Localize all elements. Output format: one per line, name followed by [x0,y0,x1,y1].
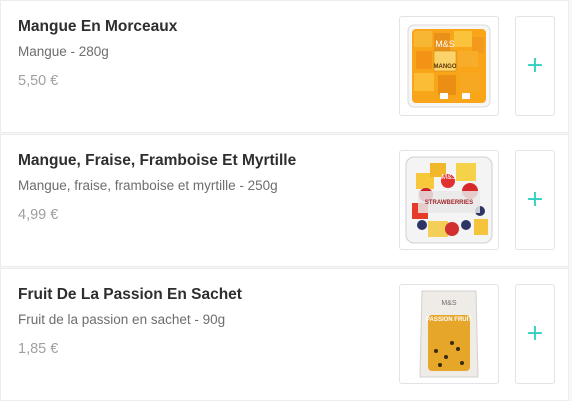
product-card-passion-fruit[interactable]: Fruit De La Passion En Sachet Fruit de l… [0,268,569,401]
svg-text:MANGO: MANGO [434,64,457,70]
plus-icon: + [525,187,545,212]
product-card-mixed-fruit[interactable]: Mangue, Fraise, Framboise Et Myrtille Ma… [0,134,569,267]
product-description: Fruit de la passion en sachet - 90g [18,312,226,327]
product-description: Mangue - 280g [18,44,109,59]
product-price: 5,50 € [18,73,59,89]
product-price: 1,85 € [18,341,59,357]
product-card-mango-chunks[interactable]: Mangue En Morceaux Mangue - 280g 5,50 € … [0,0,569,133]
add-to-cart-button[interactable]: + [515,150,555,250]
product-image[interactable]: M&S STRAWBERRIES [399,150,499,250]
passion-fruit-pouch-icon: M&S PASSION FRUIT [419,290,479,378]
product-name: Fruit De La Passion En Sachet [18,286,242,303]
product-image[interactable]: M&S MANGO [399,16,499,116]
product-price: 4,99 € [18,207,59,223]
svg-text:M&S: M&S [441,174,457,181]
product-image[interactable]: M&S PASSION FRUIT [399,284,499,384]
svg-text:M&S: M&S [441,300,457,307]
product-list: Mangue En Morceaux Mangue - 280g 5,50 € … [0,0,572,401]
svg-text:M&S: M&S [435,39,455,49]
plus-icon: + [525,321,545,346]
add-to-cart-button[interactable]: + [515,16,555,116]
mango-chunks-pack-icon: M&S MANGO [407,24,491,108]
product-name: Mangue En Morceaux [18,18,178,35]
product-description: Mangue, fraise, framboise et myrtille - … [18,178,278,193]
svg-text:STRAWBERRIES: STRAWBERRIES [425,200,473,206]
plus-icon: + [525,53,545,78]
add-to-cart-button[interactable]: + [515,284,555,384]
mixed-fruit-pot-icon: M&S STRAWBERRIES [405,156,493,244]
product-name: Mangue, Fraise, Framboise Et Myrtille [18,152,297,169]
svg-text:PASSION FRUIT: PASSION FRUIT [426,317,472,323]
